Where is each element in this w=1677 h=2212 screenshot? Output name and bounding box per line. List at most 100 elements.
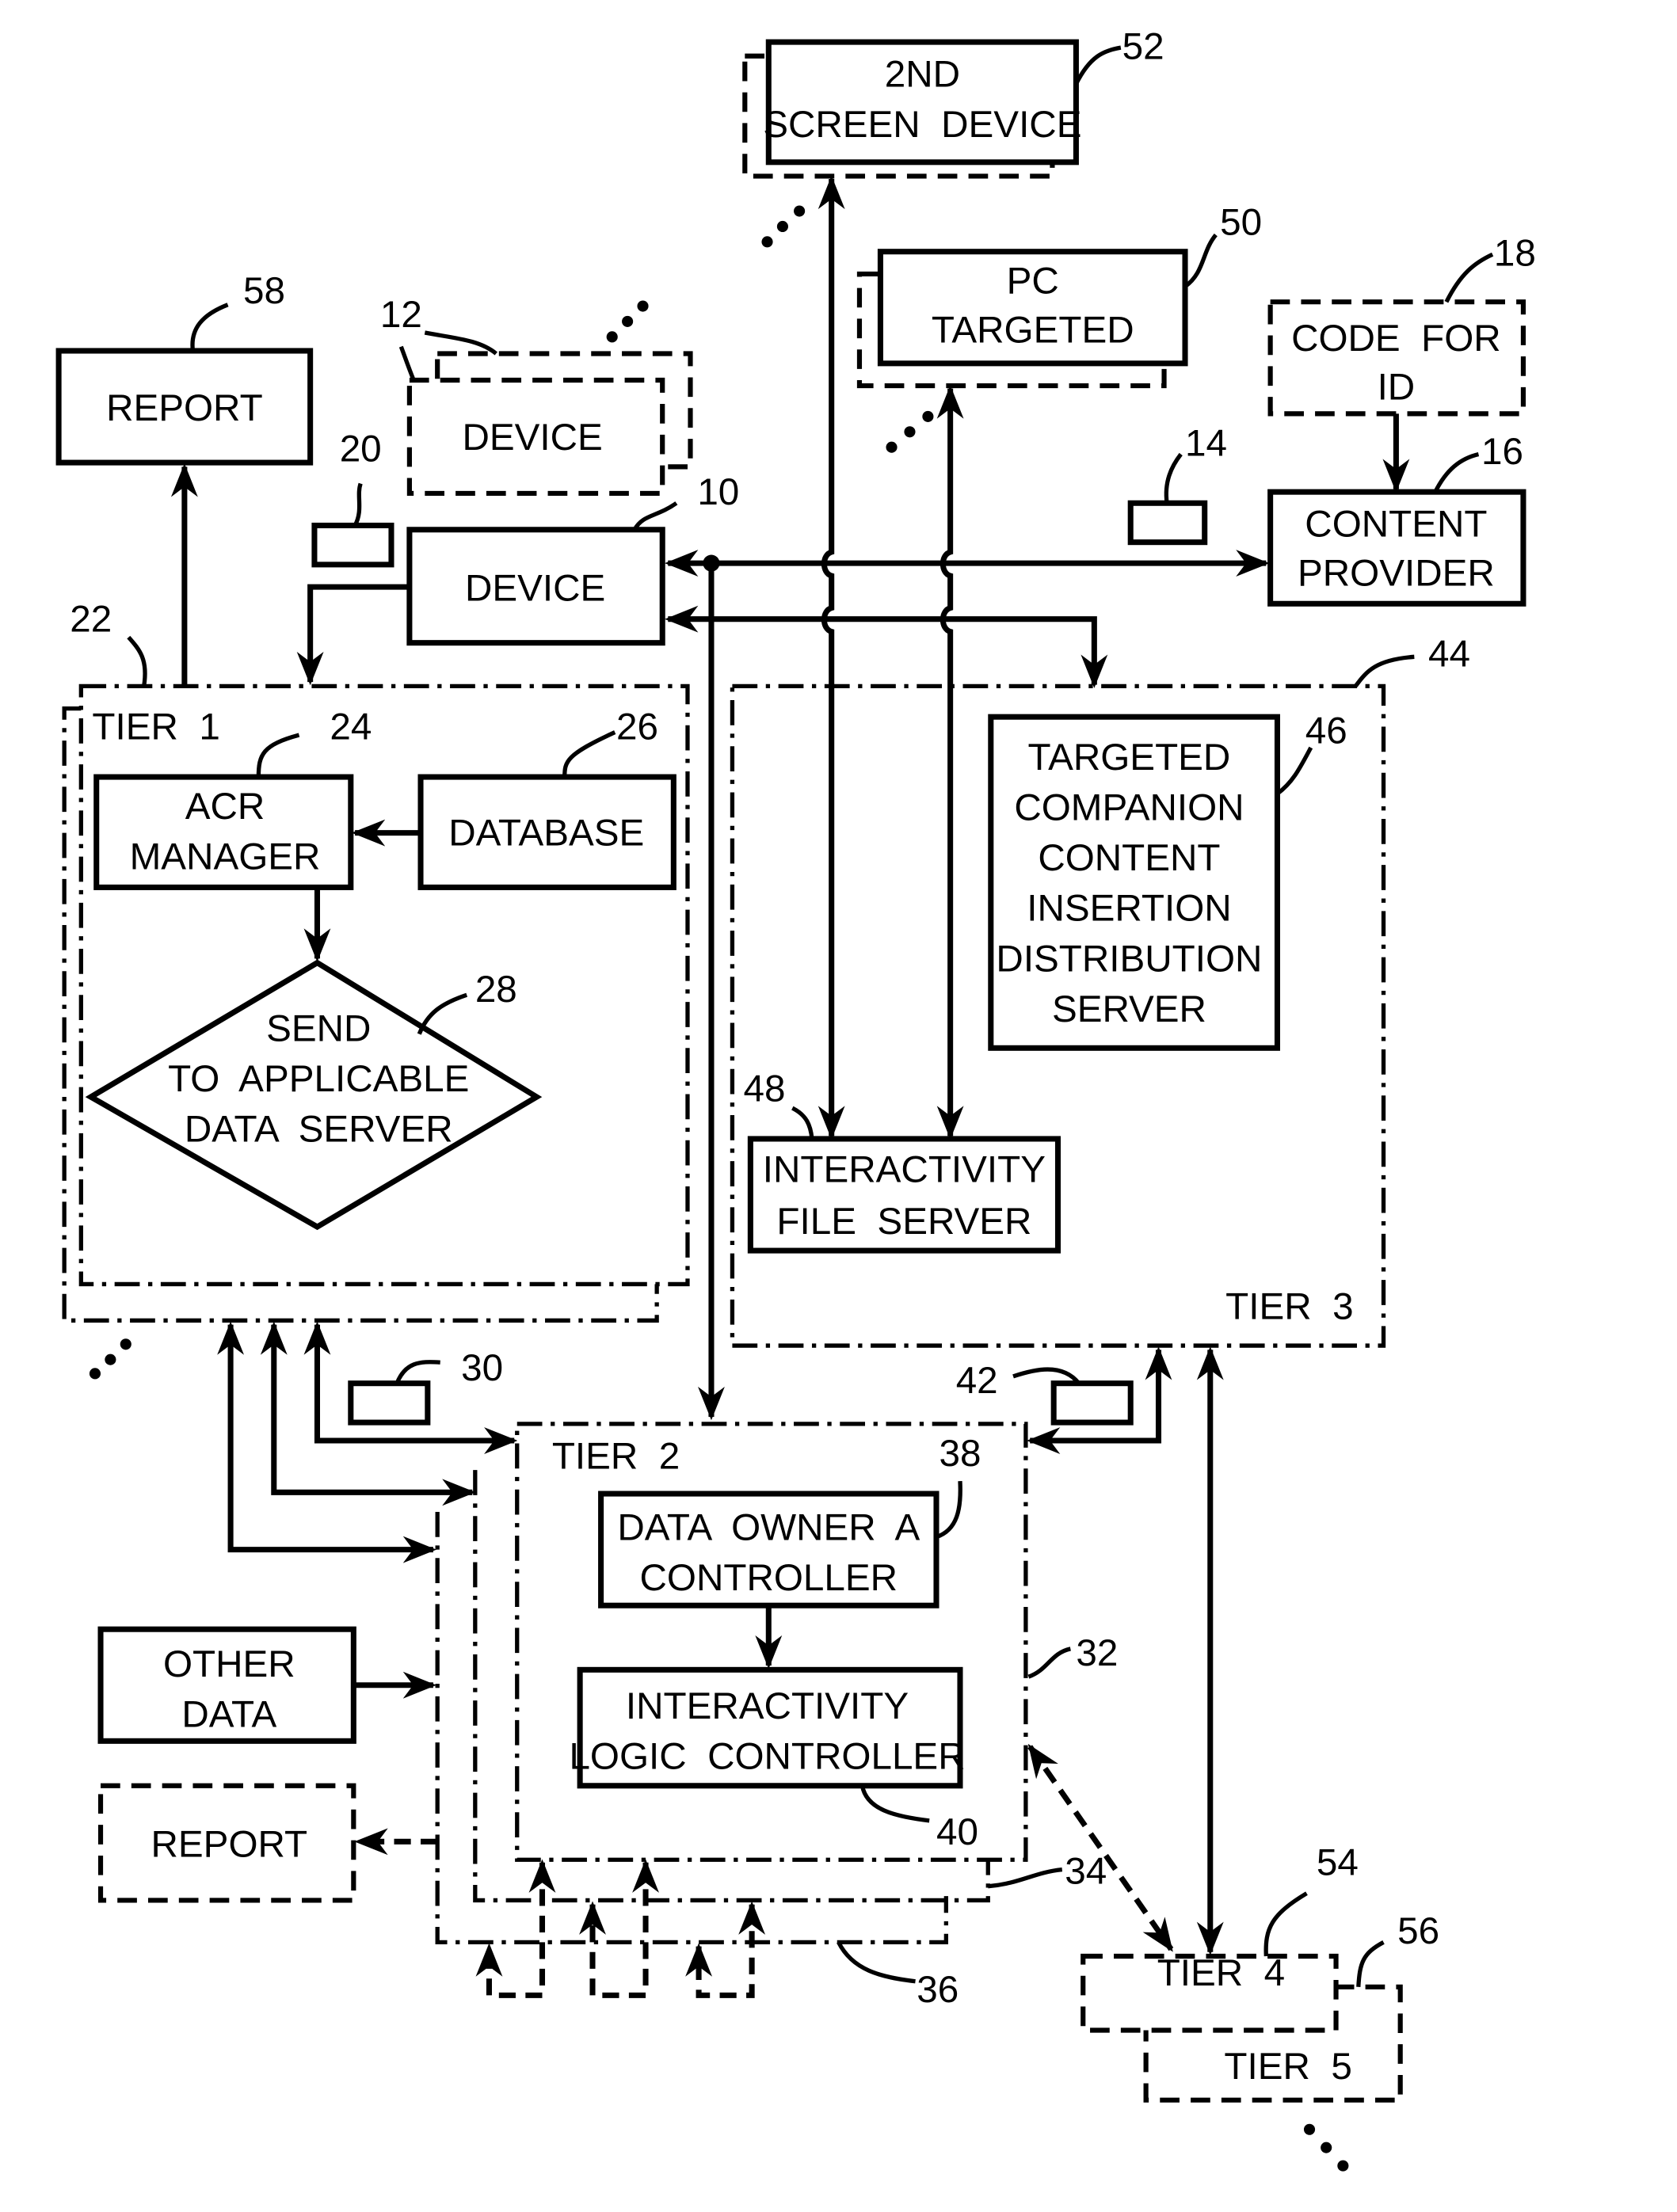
- interactivity-file-server-line-2: FILE SERVER: [776, 1201, 1031, 1243]
- ref-leader-20: [353, 482, 363, 527]
- ref-leader-54: [1263, 1891, 1308, 1957]
- targeted-companion-line-5: DISTRIBUTION: [996, 938, 1262, 980]
- ref-label-40: 40: [936, 1811, 978, 1853]
- pc-targeted-line-1: PC: [1007, 261, 1059, 303]
- ref-label-14: 14: [1185, 422, 1227, 464]
- report-bottom-group: REPORT: [97, 1783, 438, 1903]
- acr-manager-line-1: ACR: [185, 786, 265, 828]
- ref-label-38: 38: [940, 1433, 981, 1475]
- code-for-id-line-1: CODE FOR: [1291, 318, 1501, 360]
- interactivity-file-server-line-1: INTERACTIVITY: [763, 1149, 1046, 1191]
- ref-label-30: 30: [461, 1347, 503, 1389]
- tier1-title: TIER 1: [92, 706, 219, 748]
- tier3-title: TIER 3: [1225, 1286, 1353, 1328]
- ref-leader-10: [632, 501, 678, 531]
- ref-leader-16: [1433, 451, 1480, 493]
- ref-leader-56: [1356, 1940, 1385, 1987]
- packet-30-icon: [348, 1380, 431, 1426]
- packet-42: 42: [956, 1360, 1134, 1426]
- other-data-line-1: OTHER: [163, 1643, 295, 1685]
- targeted-companion-line-6: SERVER: [1052, 988, 1206, 1030]
- send-decision-line-3: DATA SERVER: [185, 1108, 453, 1150]
- ellipsis-icon-12: [606, 300, 649, 343]
- ref-label-12: 12: [380, 294, 422, 336]
- pc-targeted-link: [936, 385, 964, 1140]
- system-diagram: 2ND SCREEN DEVICE 52 PC TARGETED 50 CODE…: [55, 25, 1536, 2172]
- ref-label-58: 58: [243, 270, 285, 312]
- report-bottom-text: REPORT: [151, 1824, 308, 1866]
- ref-label-36: 36: [917, 1969, 959, 2011]
- packet-30: 30: [348, 1347, 503, 1426]
- ref-label-54: 54: [1317, 1842, 1359, 1884]
- content-provider-line-1: CONTENT: [1305, 504, 1487, 546]
- ellipsis-icon-50: [886, 410, 934, 453]
- ellipsis-icon-22: [89, 1338, 131, 1380]
- ref-label-56: 56: [1397, 1910, 1439, 1952]
- ref-label-20: 20: [340, 428, 382, 470]
- ref-leader-44: [1354, 654, 1415, 687]
- ref-leader-22: [127, 635, 147, 687]
- ref-label-10: 10: [697, 471, 739, 513]
- tier1-group: TIER 1 22 ACR MANAGER 24 DATABASE 26 SEN…: [62, 599, 690, 1380]
- interactivity-logic-controller-line-1: INTERACTIVITY: [626, 1685, 909, 1727]
- send-decision-line-1: SEND: [266, 1007, 371, 1049]
- targeted-companion-line-4: INSERTION: [1027, 888, 1231, 930]
- tier1-tier2-link-1: [217, 1321, 437, 1563]
- targeted-companion-line-2: COMPANION: [1014, 787, 1244, 829]
- feedback-loop-1: [475, 1859, 556, 1998]
- packet-42-icon: [1050, 1380, 1134, 1426]
- ref-label-22: 22: [70, 599, 112, 641]
- second-screen-device-line-2: SCREEN DEVICE: [763, 104, 1081, 146]
- ref-label-50: 50: [1220, 202, 1262, 244]
- ref-label-32: 32: [1076, 1632, 1118, 1674]
- ref-label-46: 46: [1305, 710, 1347, 752]
- ref-label-42: 42: [956, 1360, 998, 1402]
- ref-label-26: 26: [616, 706, 658, 748]
- ref-leader-34: [988, 1867, 1063, 1889]
- packet-14: 14: [1127, 422, 1227, 546]
- ref-leader-30: [394, 1360, 440, 1384]
- send-decision-line-2: TO APPLICABLE: [168, 1058, 469, 1100]
- ref-label-16: 16: [1481, 431, 1523, 473]
- code-for-id-line-2: ID: [1378, 367, 1416, 409]
- database-text: DATABASE: [448, 812, 644, 854]
- second-screen-device-line-1: 2ND: [885, 54, 960, 96]
- data-owner-controller-line-2: CONTROLLER: [640, 1557, 898, 1599]
- ref-label-24: 24: [330, 706, 372, 748]
- tier3-group: 44 TIER 3 TARGETED COMPANION CONTENT INS…: [730, 634, 1470, 1348]
- tier2-group: TIER 2 DATA OWNER A CONTROLLER 38 INTERA…: [435, 1422, 1118, 2011]
- ref-label-18: 18: [1494, 232, 1536, 274]
- device-multi-text: DEVICE: [462, 417, 602, 459]
- second-screen-device-stack: 2ND SCREEN DEVICE 52: [742, 25, 1164, 248]
- data-owner-controller-line-1: DATA OWNER A: [617, 1506, 920, 1548]
- ref-leader-18: [1444, 252, 1494, 303]
- content-provider-line-2: PROVIDER: [1298, 552, 1495, 594]
- interactivity-logic-controller-line-2: LOGIC CONTROLLER: [569, 1736, 965, 1778]
- other-data-line-2: DATA: [181, 1694, 276, 1736]
- feedback-loop-3: [685, 1901, 766, 1998]
- tier4-title: TIER 4: [1157, 1952, 1285, 1994]
- targeted-companion-line-3: CONTENT: [1038, 837, 1220, 879]
- ref-label-52: 52: [1122, 25, 1164, 67]
- ref-leader-32: [1027, 1647, 1072, 1679]
- ref-leader-36: [837, 1941, 916, 1984]
- tier4-group: TIER 4 54: [1081, 1842, 1359, 2033]
- ref-leader-14: [1164, 452, 1183, 504]
- pc-targeted-line-2: TARGETED: [932, 309, 1134, 351]
- ref-leader-46: [1275, 746, 1313, 796]
- ellipsis-icon-tiers: [1303, 2123, 1349, 2172]
- tier2-title: TIER 2: [552, 1435, 680, 1477]
- ref-leader-48: [791, 1106, 814, 1140]
- ref-label-44: 44: [1428, 634, 1470, 676]
- packet-20-icon: [311, 522, 394, 568]
- tier5-title: TIER 5: [1224, 2046, 1351, 2088]
- packet-14-icon: [1127, 500, 1208, 546]
- ref-label-34: 34: [1065, 1850, 1107, 1892]
- ref-label-48: 48: [744, 1068, 786, 1110]
- acr-manager-line-2: MANAGER: [130, 836, 321, 878]
- packet-20: 20: [311, 428, 394, 568]
- device-multi-group: DEVICE 12: [380, 294, 693, 497]
- tier3-to-device-bus: [665, 605, 1108, 688]
- report-top-text: REPORT: [106, 387, 263, 429]
- device-to-tier1-arrow: [296, 584, 410, 686]
